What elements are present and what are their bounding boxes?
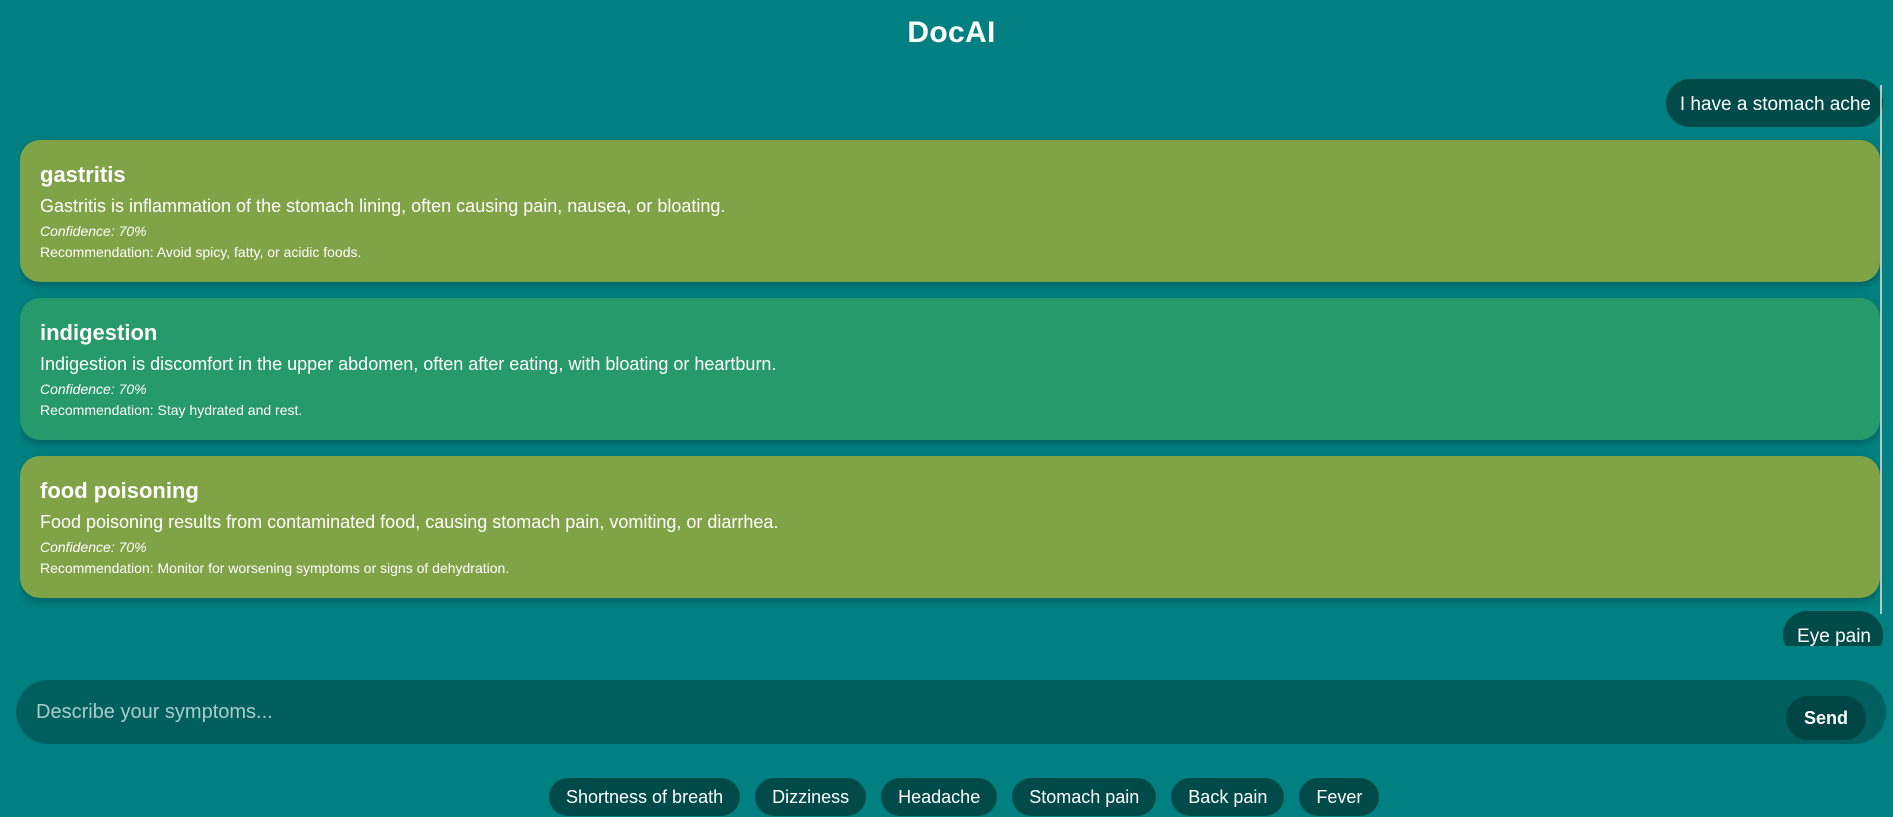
chip-shortness-of-breath[interactable]: Shortness of breath	[549, 778, 741, 816]
diagnosis-recommendation: Recommendation: Avoid spicy, fatty, or a…	[40, 244, 362, 260]
diagnosis-card-food-poisoning: food poisoning Food poisoning results fr…	[20, 456, 1880, 598]
diagnosis-description: Food poisoning results from contaminated…	[40, 512, 779, 532]
diagnosis-confidence: Confidence: 70%	[40, 539, 147, 555]
chip-headache[interactable]: Headache	[881, 778, 998, 816]
diagnosis-title: food poisoning	[40, 478, 199, 503]
diagnosis-card-indigestion: indigestion Indigestion is discomfort in…	[20, 298, 1880, 440]
user-message: Eye pain	[1783, 611, 1883, 646]
send-button[interactable]: Send	[1786, 696, 1866, 740]
quick-symptom-chips: Shortness of breath Dizziness Headache S…	[549, 778, 1380, 816]
chat-scrollbar[interactable]	[1880, 85, 1882, 614]
diagnosis-description: Gastritis is inflammation of the stomach…	[40, 196, 726, 216]
symptom-input[interactable]	[36, 680, 1786, 744]
diagnosis-recommendation: Recommendation: Stay hydrated and rest.	[40, 402, 303, 418]
app-title: DocAI	[907, 16, 996, 49]
chip-back-pain[interactable]: Back pain	[1171, 778, 1285, 816]
diagnosis-description: Indigestion is discomfort in the upper a…	[40, 354, 777, 374]
chip-dizziness[interactable]: Dizziness	[755, 778, 867, 816]
diagnosis-title: gastritis	[40, 162, 126, 187]
diagnosis-recommendation: Recommendation: Monitor for worsening sy…	[40, 560, 510, 576]
message-input-bar: Send	[16, 680, 1886, 744]
diagnosis-card-gastritis: gastritis Gastritis is inflammation of t…	[20, 140, 1880, 282]
diagnosis-confidence: Confidence: 70%	[40, 223, 147, 239]
diagnosis-title: indigestion	[40, 320, 158, 345]
chip-stomach-pain[interactable]: Stomach pain	[1012, 778, 1157, 816]
chat-area[interactable]: I have a stomach ache gastritis Gastriti…	[20, 78, 1883, 646]
user-message: I have a stomach ache	[1665, 79, 1883, 127]
docai-app: DocAI I have a stomach ache gastritis Ga…	[0, 0, 1893, 817]
chip-fever[interactable]: Fever	[1299, 778, 1380, 816]
diagnosis-confidence: Confidence: 70%	[40, 381, 147, 397]
